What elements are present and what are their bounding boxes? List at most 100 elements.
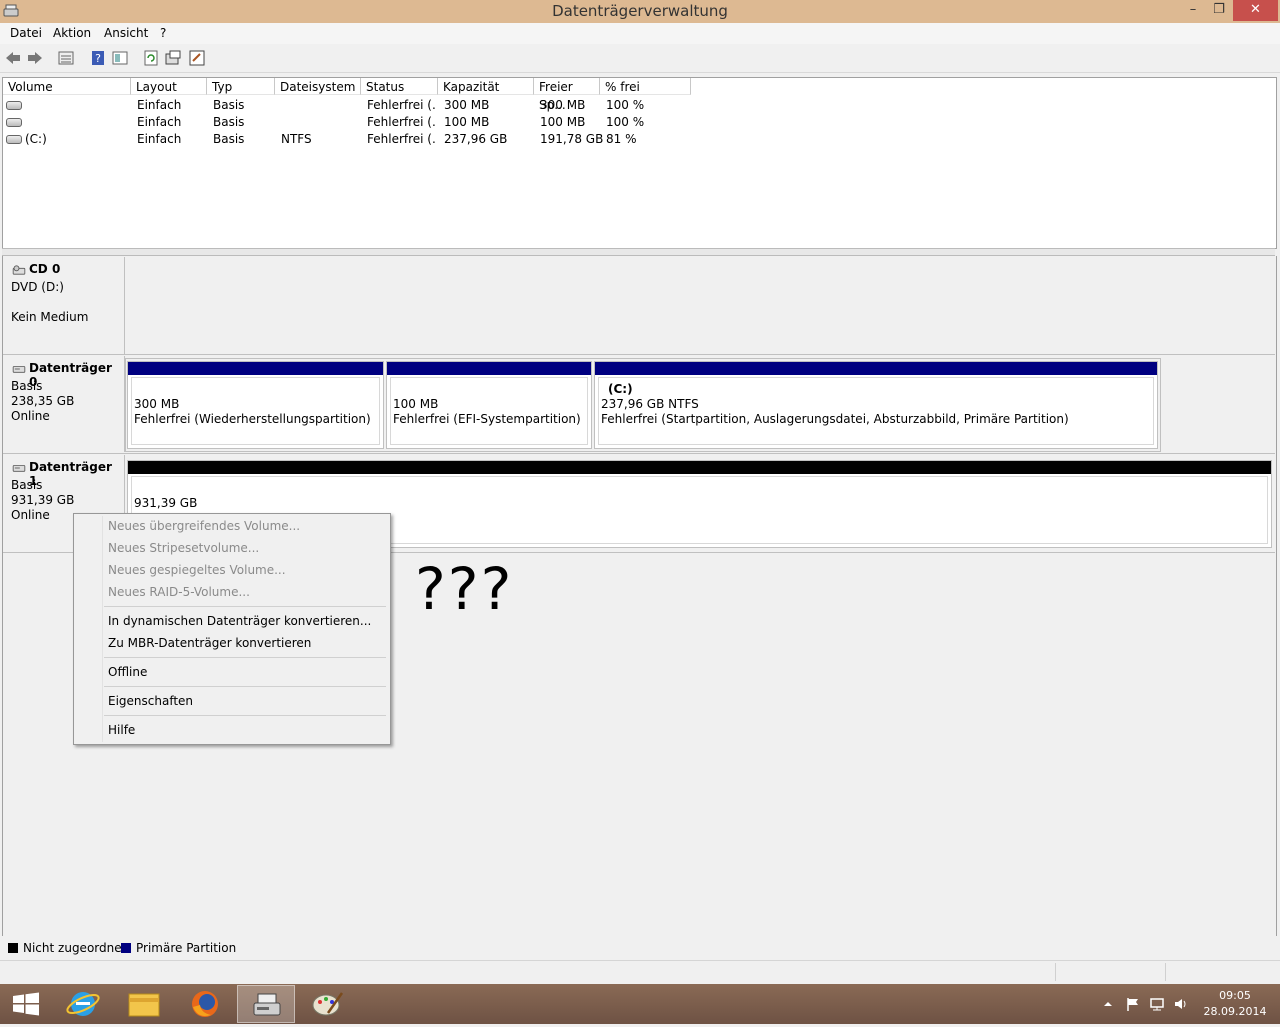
clock-date[interactable]: 28.09.2014 — [1200, 1005, 1270, 1018]
disk-label-cd0[interactable]: CD 0 DVD (D:) Kein Medium — [3, 257, 125, 354]
paint-icon — [312, 992, 344, 1016]
column-header-prozent-frei[interactable]: % frei — [600, 78, 691, 95]
window-title: Datenträgerverwaltung — [552, 2, 728, 20]
firefox-icon — [192, 991, 218, 1017]
disk-media-state: Kein Medium — [11, 310, 89, 324]
row-divider — [3, 354, 1275, 355]
taskbar-internet-explorer[interactable] — [54, 985, 112, 1023]
partition-color-bar — [128, 461, 1271, 474]
internet-explorer-icon — [66, 992, 100, 1016]
partition-body — [598, 377, 1154, 445]
refresh-icon[interactable] — [142, 49, 160, 67]
list-view-icon[interactable] — [57, 49, 75, 67]
status-bar — [0, 960, 1280, 983]
cell-layout: Einfach — [137, 132, 182, 146]
volume-list[interactable]: Volume Layout Typ Dateisystem Status Kap… — [2, 77, 1277, 249]
disk-type: Basis — [11, 478, 43, 492]
menu-item-properties[interactable]: Eigenschaften — [108, 694, 193, 708]
partition-recovery[interactable]: 300 MB Fehlerfrei (Wiederherstellungspar… — [127, 361, 384, 449]
start-button[interactable] — [0, 985, 52, 1023]
column-header-layout[interactable]: Layout — [131, 78, 207, 95]
partition-body — [131, 377, 380, 445]
column-header-kapazitaet[interactable]: Kapazität — [438, 78, 534, 95]
disk-name: CD 0 — [29, 262, 61, 276]
toolbar: ? — [0, 45, 1280, 73]
column-header-typ[interactable]: Typ — [207, 78, 275, 95]
menu-datei[interactable]: Datei — [10, 26, 42, 40]
partition-status: Fehlerfrei (Startpartition, Auslagerungs… — [601, 412, 1069, 426]
help-icon[interactable]: ? — [89, 49, 107, 67]
minimize-button[interactable]: – — [1180, 0, 1206, 21]
cell-freier-speicher: 300 MB — [540, 98, 586, 112]
back-arrow-icon[interactable] — [4, 49, 22, 67]
menu-item-convert-dynamic[interactable]: In dynamischen Datenträger konvertieren.… — [108, 614, 371, 628]
taskbar-firefox[interactable] — [176, 985, 234, 1023]
cell-volume: (C:) — [25, 132, 47, 146]
column-header-status[interactable]: Status — [361, 78, 438, 95]
volume-speaker-icon[interactable] — [1173, 996, 1189, 1012]
partition-c[interactable]: (C:) 237,96 GB NTFS Fehlerfrei (Startpar… — [594, 361, 1158, 449]
status-divider — [1165, 963, 1166, 981]
cd-drive-icon — [12, 265, 26, 275]
status-divider — [1055, 963, 1056, 981]
volume-drive-icon — [6, 118, 22, 127]
disk-name: Datenträger 1 — [29, 460, 112, 488]
menu-separator — [104, 657, 386, 658]
cell-layout: Einfach — [137, 115, 182, 129]
restore-button[interactable]: ❐ — [1206, 0, 1232, 21]
disk-label-disk0[interactable]: Datenträger 0 Basis 238,35 GB Online — [3, 356, 125, 452]
cell-prozent-frei: 100 % — [606, 98, 645, 112]
cell-typ: Basis — [213, 132, 245, 146]
menu-separator — [104, 606, 386, 607]
cell-dateisystem: NTFS — [281, 132, 312, 146]
cell-kapazitaet: 237,96 GB — [444, 132, 508, 146]
legend-label-primary: Primäre Partition — [136, 941, 237, 955]
partition-size: 100 MB — [393, 397, 439, 411]
cell-kapazitaet: 300 MB — [444, 98, 490, 112]
partition-status: Fehlerfrei (Wiederherstellungspartition) — [134, 412, 371, 426]
close-button[interactable]: ✕ — [1233, 0, 1278, 21]
disk-size: 931,39 GB — [11, 493, 75, 507]
menu-item-offline[interactable]: Offline — [108, 665, 147, 679]
clock-time[interactable]: 09:05 — [1200, 989, 1270, 1002]
volume-drive-icon — [6, 135, 22, 144]
partition-color-bar — [387, 362, 591, 375]
context-menu: Neues übergreifendes Volume... Neues Str… — [73, 513, 391, 745]
forward-arrow-icon[interactable] — [26, 49, 44, 67]
partition-body — [390, 377, 588, 445]
menu-item-new-spanned-volume: Neues übergreifendes Volume... — [108, 519, 301, 533]
menu-help[interactable]: ? — [160, 26, 166, 40]
menu-aktion[interactable]: Aktion — [53, 26, 91, 40]
disk-state: Online — [11, 409, 50, 423]
show-hidden-icons-icon[interactable] — [1102, 998, 1114, 1010]
menu-ansicht[interactable]: Ansicht — [104, 26, 148, 40]
partition-status: Fehlerfrei (EFI-Systempartition) — [393, 412, 581, 426]
menu-item-help[interactable]: Hilfe — [108, 723, 135, 737]
properties-icon[interactable] — [111, 49, 129, 67]
row-divider — [3, 453, 1275, 454]
settings-icon[interactable] — [164, 49, 182, 67]
cell-status: Fehlerfrei (... — [367, 115, 437, 129]
cell-freier-speicher: 100 MB — [540, 115, 586, 129]
column-header-volume[interactable]: Volume — [3, 78, 131, 95]
taskbar-disk-management[interactable] — [237, 985, 295, 1023]
cell-kapazitaet: 100 MB — [444, 115, 490, 129]
column-header-freier-speicher[interactable]: Freier Sp... — [534, 78, 600, 112]
network-icon[interactable] — [1149, 996, 1165, 1012]
action-center-flag-icon[interactable] — [1125, 996, 1141, 1012]
legend-swatch-unallocated — [8, 943, 18, 953]
menu-separator — [104, 686, 386, 687]
taskbar-paint[interactable] — [298, 985, 356, 1023]
column-header-dateisystem[interactable]: Dateisystem — [275, 78, 361, 95]
file-explorer-icon — [128, 993, 160, 1017]
cell-typ: Basis — [213, 98, 245, 112]
partition-efi[interactable]: 100 MB Fehlerfrei (EFI-Systempartition) — [386, 361, 592, 449]
pane-splitter[interactable] — [2, 248, 1275, 256]
menu-item-convert-mbr[interactable]: Zu MBR-Datenträger konvertieren — [108, 636, 311, 650]
partition-size: 931,39 GB — [134, 496, 198, 510]
svg-text:?: ? — [95, 52, 101, 65]
wizard-icon[interactable] — [188, 49, 206, 67]
taskbar-file-explorer[interactable] — [115, 985, 173, 1023]
cell-freier-speicher: 191,78 GB — [540, 132, 604, 146]
disk-state: Online — [11, 508, 50, 522]
